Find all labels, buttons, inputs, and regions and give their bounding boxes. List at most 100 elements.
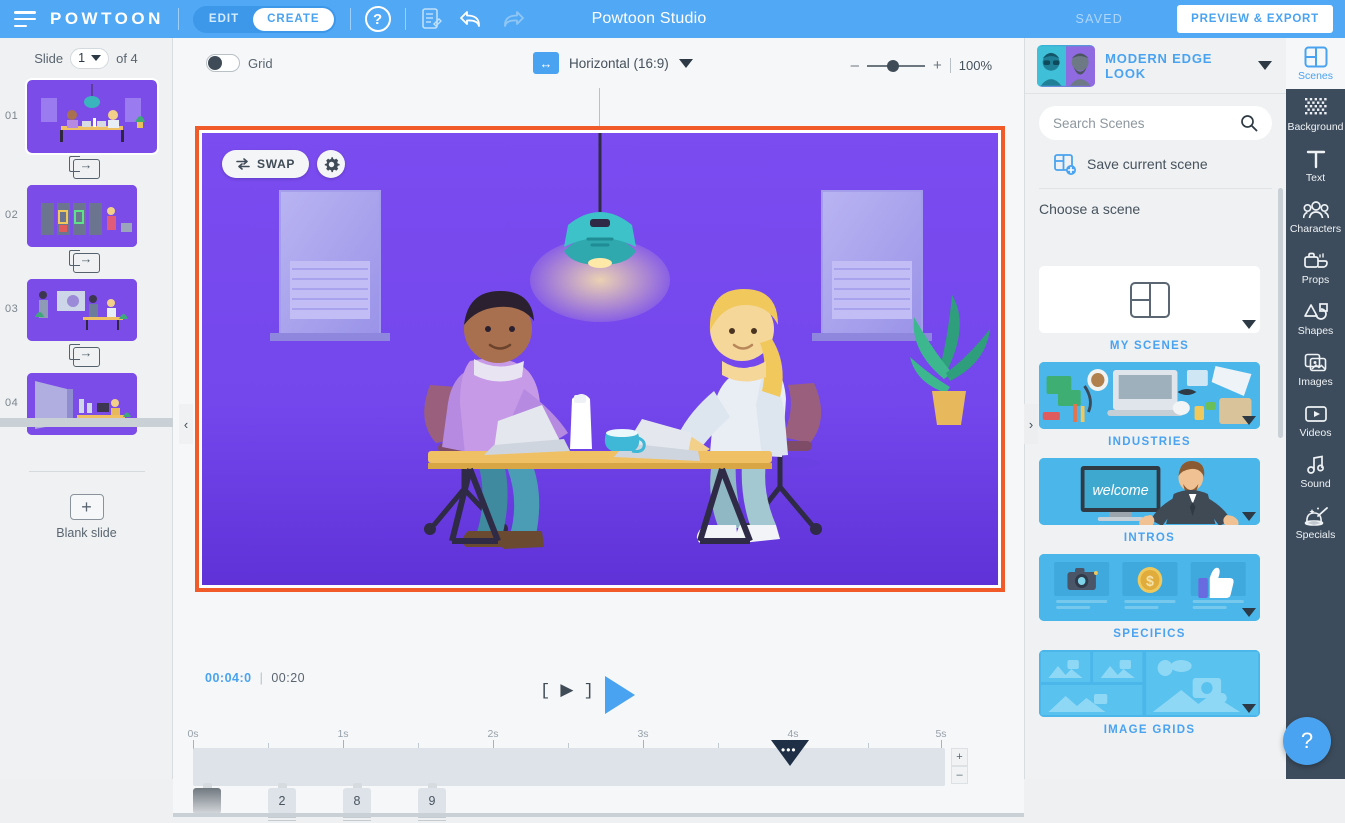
save-current-scene-button[interactable]: Save current scene	[1039, 148, 1272, 189]
create-mode-button[interactable]: CREATE	[253, 8, 333, 31]
object-chip[interactable]: 2	[268, 788, 296, 814]
slide-thumbnail-2[interactable]	[27, 185, 137, 247]
grid-label: Grid	[248, 56, 273, 71]
scene-thumbnail[interactable]: $	[1039, 554, 1260, 621]
slide-number-value: 1	[78, 51, 85, 65]
slide-canvas[interactable]: SWAP	[202, 133, 998, 585]
slide-transition-button[interactable]	[73, 347, 100, 367]
scene-settings-button[interactable]	[317, 150, 345, 178]
slide-transition-button[interactable]	[73, 159, 100, 179]
save-scene-icon	[1053, 152, 1077, 176]
rail-item-characters[interactable]: Characters	[1286, 191, 1345, 242]
rail-item-props[interactable]: Props	[1286, 242, 1345, 293]
redo-icon[interactable]	[500, 8, 526, 30]
zoom-out-button[interactable]: –	[851, 57, 859, 74]
shapes-icon	[1303, 300, 1329, 323]
timeline-zoom-in-button[interactable]: +	[951, 748, 968, 766]
help-icon[interactable]: ?	[365, 6, 391, 32]
add-blank-slide-button[interactable]: +	[70, 494, 104, 520]
zoom-slider[interactable]	[867, 65, 925, 67]
edit-mode-button[interactable]: EDIT	[195, 8, 253, 31]
search-input[interactable]	[1053, 116, 1240, 131]
scene-category-image-grids[interactable]: IMAGE GRIDS	[1039, 650, 1260, 736]
chevron-down-icon[interactable]	[1242, 320, 1256, 329]
rail-item-shapes[interactable]: Shapes	[1286, 293, 1345, 344]
slide-index-label: 04	[5, 373, 27, 409]
canvas-selection-frame[interactable]: SWAP	[195, 126, 1005, 592]
avatar	[1037, 45, 1095, 87]
grid-switch[interactable]	[206, 54, 240, 72]
timeline-object[interactable]: 9	[418, 783, 446, 823]
timeline-playhead[interactable]: •••	[771, 740, 809, 766]
rail-label: Specials	[1296, 529, 1336, 541]
object-chip[interactable]: 9	[418, 788, 446, 814]
chevron-down-icon[interactable]	[1242, 608, 1256, 617]
slide-thumbnail-3[interactable]	[27, 279, 137, 341]
timeline-zoom-out-button[interactable]: –	[951, 766, 968, 784]
scene-category-specifics[interactable]: $ SPECIFICS	[1039, 554, 1260, 640]
powtoon-logo: POWTOON	[50, 9, 164, 29]
timeline-tick-label: 2s	[487, 728, 498, 740]
slide-thumbnail-1[interactable]	[27, 80, 157, 153]
chevron-down-icon[interactable]	[1242, 512, 1256, 521]
slides-panel-scrollbar[interactable]	[0, 418, 173, 427]
rail-item-sound[interactable]: Sound	[1286, 446, 1345, 497]
transition-row	[0, 341, 172, 373]
scene-thumbnail[interactable]	[1039, 266, 1260, 333]
zoom-in-button[interactable]: +	[933, 57, 942, 74]
script-document-icon[interactable]	[420, 7, 442, 31]
object-chip[interactable]	[193, 788, 221, 814]
timeline-object[interactable]: 2	[268, 783, 296, 823]
rail-label: Characters	[1290, 223, 1341, 235]
object-chip[interactable]: 8	[343, 788, 371, 814]
divider	[350, 8, 351, 30]
swap-button[interactable]: SWAP	[222, 150, 309, 178]
preview-export-button[interactable]: PREVIEW & EXPORT	[1177, 5, 1333, 33]
divider	[405, 8, 406, 30]
rail-item-scenes[interactable]: Scenes	[1286, 38, 1345, 89]
look-selector[interactable]: MODERN EDGE LOOK	[1025, 38, 1286, 94]
play-button[interactable]	[605, 676, 635, 714]
slide-number-dropdown[interactable]: 1	[70, 48, 109, 69]
play-slide-button[interactable]: [ ▶ ]	[540, 680, 594, 701]
timeline-track[interactable]	[193, 748, 945, 786]
canvas-floating-controls: SWAP	[222, 150, 345, 178]
chevron-down-icon[interactable]	[1242, 704, 1256, 713]
rail-item-specials[interactable]: Specials	[1286, 497, 1345, 548]
grid-toggle[interactable]: Grid	[206, 54, 273, 72]
timeline-bottom-bar	[173, 813, 1024, 817]
scene-thumbnail[interactable]	[1039, 362, 1260, 429]
undo-icon[interactable]	[458, 8, 484, 30]
zoom-slider-knob[interactable]	[887, 60, 899, 72]
slide-index-label: 03	[5, 279, 27, 315]
timeline-object[interactable]	[193, 783, 221, 814]
scene-category-my-scenes[interactable]: MY SCENES	[1039, 266, 1260, 352]
slide-transition-button[interactable]	[73, 253, 100, 273]
rail-item-background[interactable]: Background	[1286, 89, 1345, 140]
mode-switch[interactable]: EDIT CREATE	[193, 6, 336, 33]
specials-icon	[1303, 504, 1329, 527]
slide-thumbnail-row: 03	[0, 279, 172, 341]
collapse-right-panel-button[interactable]: ›	[1024, 404, 1038, 444]
scene-category-intros[interactable]: welcome INTROS	[1039, 458, 1260, 544]
search-icon	[1240, 114, 1258, 132]
orientation-dropdown[interactable]: ↔ Horizontal (16:9)	[533, 52, 693, 74]
chevron-down-icon[interactable]	[1242, 416, 1256, 425]
characters-icon	[1303, 198, 1329, 221]
scene-category-industries[interactable]: INDUSTRIES	[1039, 362, 1260, 448]
search-scenes-box[interactable]	[1039, 106, 1272, 140]
scene-thumbnail[interactable]: welcome	[1039, 458, 1260, 525]
timeline: 0s 1s 2s 3s 4s 5s •••	[173, 720, 1024, 817]
timeline-objects-row: 2 8 9	[173, 783, 1024, 817]
collapse-slides-panel-button[interactable]: ‹	[179, 404, 193, 444]
library-scrollbar[interactable]	[1278, 188, 1283, 438]
help-floating-button[interactable]: ?	[1283, 717, 1331, 765]
timeline-tick-label: 0s	[187, 728, 198, 740]
timeline-object[interactable]: 8	[343, 783, 371, 823]
hamburger-menu-icon[interactable]	[14, 11, 36, 27]
rail-item-text[interactable]: Text	[1286, 140, 1345, 191]
rail-item-videos[interactable]: Videos	[1286, 395, 1345, 446]
divider	[29, 471, 145, 472]
scene-thumbnail[interactable]	[1039, 650, 1260, 717]
rail-item-images[interactable]: Images	[1286, 344, 1345, 395]
